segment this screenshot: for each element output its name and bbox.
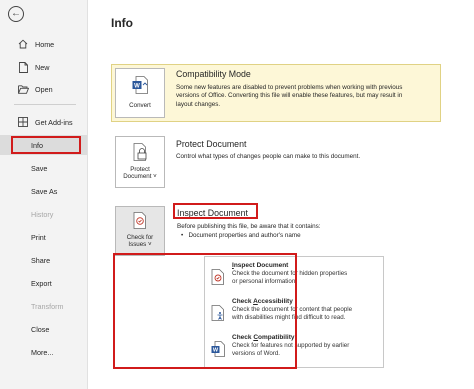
description-line: layout changes.	[176, 100, 221, 108]
back-arrow-icon[interactable]: ←	[8, 6, 24, 22]
compatibility-title: Compatibility Mode	[176, 69, 251, 79]
sidebar-item-label: Print	[31, 232, 46, 242]
new-document-icon	[17, 61, 29, 73]
convert-button-label: Convert	[129, 102, 151, 109]
check-issues-label-line1: Check for	[126, 234, 154, 241]
sidebar-item-home[interactable]: Home	[0, 34, 87, 54]
sidebar-item-label: More...	[31, 347, 54, 357]
svg-text:W: W	[134, 83, 140, 89]
sidebar-item-label: Save	[31, 163, 48, 173]
sidebar-item-save-as[interactable]: Save As	[0, 181, 87, 201]
sidebar-item-label: Save As	[31, 186, 58, 196]
sidebar-item-label: Transform	[31, 301, 64, 311]
sidebar-item-close[interactable]: Close	[0, 319, 87, 339]
protect-document-description: Control what types of changes people can…	[176, 153, 361, 160]
inspect-bullet-text: Document properties and author's name	[188, 232, 301, 239]
sidebar-item-new[interactable]: New	[0, 57, 87, 77]
sidebar-item-more[interactable]: More...	[0, 342, 87, 362]
word-document-icon: W	[132, 76, 148, 96]
inspect-bullet: • Document properties and author's name	[181, 232, 301, 239]
info-highlight-box	[11, 136, 81, 154]
convert-button[interactable]: W Convert	[115, 68, 165, 118]
inspect-title-highlight-box	[173, 203, 258, 219]
description-line: Some new features are disabled to preven…	[176, 84, 403, 91]
folder-open-icon	[17, 84, 29, 94]
sidebar-item-label: Get Add-ins	[35, 117, 73, 127]
check-issues-label-line2: Issues ˅	[128, 241, 152, 248]
lock-document-icon	[132, 143, 148, 163]
protect-button-label-line1: Protect	[130, 166, 150, 173]
inspect-document-description: Before publishing this file, be aware th…	[177, 223, 321, 230]
sidebar-item-label: Home	[35, 39, 55, 49]
sidebar-divider	[14, 104, 76, 105]
sidebar-item-label: New	[35, 62, 50, 72]
sidebar-item-print[interactable]: Print	[0, 227, 87, 247]
dropdown-highlight-box	[113, 253, 297, 369]
protect-document-title: Protect Document	[176, 139, 247, 149]
sidebar-item-export[interactable]: Export	[0, 273, 87, 293]
sidebar-item-label: Open	[35, 84, 53, 94]
protect-button-label-line2: Document ˅	[123, 173, 157, 180]
page-title: Info	[111, 16, 133, 30]
sidebar-item-open[interactable]: Open	[0, 79, 87, 99]
sidebar-item-history: History	[0, 204, 87, 224]
compatibility-description: Some new features are disabled to preven…	[176, 84, 438, 109]
description-line: versions of Office. Converting this file…	[176, 92, 403, 100]
grid-icon	[17, 117, 29, 127]
sidebar-item-label: Close	[31, 324, 50, 334]
backstage-sidebar: ← Home New Open Get Add-ins Info Save Sa…	[0, 0, 88, 389]
sidebar-item-get-add-ins[interactable]: Get Add-ins	[0, 112, 87, 132]
sidebar-item-save[interactable]: Save	[0, 158, 87, 178]
home-icon	[17, 39, 29, 49]
info-pane: Info W Convert Compatibility Mode Some n…	[89, 0, 474, 389]
protect-document-button[interactable]: Protect Document ˅	[115, 136, 165, 188]
check-for-issues-button[interactable]: Check for Issues ˅	[115, 206, 165, 256]
sidebar-item-label: Export	[31, 278, 52, 288]
sidebar-item-share[interactable]: Share	[0, 250, 87, 270]
inspect-document-icon	[132, 212, 148, 231]
sidebar-item-label: History	[31, 209, 54, 219]
sidebar-item-label: Share	[31, 255, 51, 265]
sidebar-item-transform: Transform	[0, 296, 87, 316]
